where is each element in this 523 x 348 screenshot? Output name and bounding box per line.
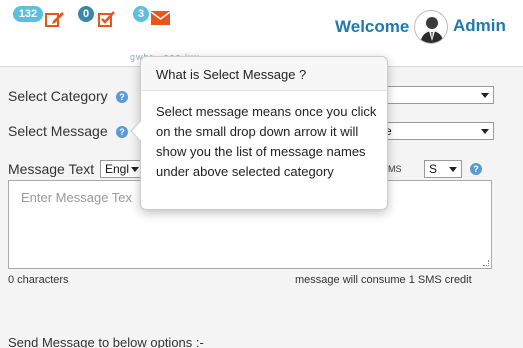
category-select[interactable] [380, 86, 494, 104]
edit-note-icon[interactable] [45, 10, 65, 28]
user-avatar[interactable] [414, 10, 448, 44]
notification-badge-tasks[interactable]: 132 [13, 6, 43, 22]
sms-credit-info: message will consume 1 SMS credit [295, 274, 472, 286]
sms-type-select-value: S [429, 162, 438, 176]
message-select[interactable]: e [380, 122, 494, 140]
top-bar: 132 0 3 Welcome Admin gwhr...eaa.luu [0, 0, 523, 62]
welcome-text: Welcome [335, 17, 410, 36]
chevron-down-icon [481, 129, 489, 134]
user-avatar-icon [420, 17, 444, 43]
select-message-label: Select Message [8, 123, 108, 139]
sms-help-icon[interactable]: ? [470, 163, 482, 175]
message-help-icon[interactable]: ? [116, 126, 128, 138]
chevron-down-icon [449, 167, 457, 172]
popover-title: What is Select Message ? [141, 57, 387, 91]
resize-handle-icon[interactable] [483, 260, 489, 266]
select-category-label: Select Category [8, 88, 108, 104]
chevron-down-icon [481, 93, 489, 98]
send-options-label: Send Message to below options :- [8, 335, 204, 348]
envelope-icon[interactable] [151, 10, 171, 26]
language-select-value: Engl [105, 162, 130, 176]
category-help-icon[interactable]: ? [116, 91, 128, 103]
character-count: 0 characters [8, 274, 69, 286]
notification-badge-approvals[interactable]: 0 [78, 6, 94, 22]
checkbox-edit-icon[interactable] [98, 10, 118, 28]
sms-type-select[interactable]: S [424, 160, 462, 178]
popover-body: Select message means once you click on t… [156, 104, 377, 179]
message-text-label: Message Text [8, 161, 95, 177]
notification-badge-messages[interactable]: 3 [133, 6, 149, 22]
language-select[interactable]: Engl [100, 160, 144, 178]
sms-label: MS [388, 164, 402, 174]
user-name[interactable]: Admin [453, 16, 506, 36]
help-popover: What is Select Message ? Select message … [130, 56, 388, 210]
chevron-down-icon [131, 167, 139, 172]
message-textarea-placeholder: Enter Message Tex [21, 190, 133, 205]
